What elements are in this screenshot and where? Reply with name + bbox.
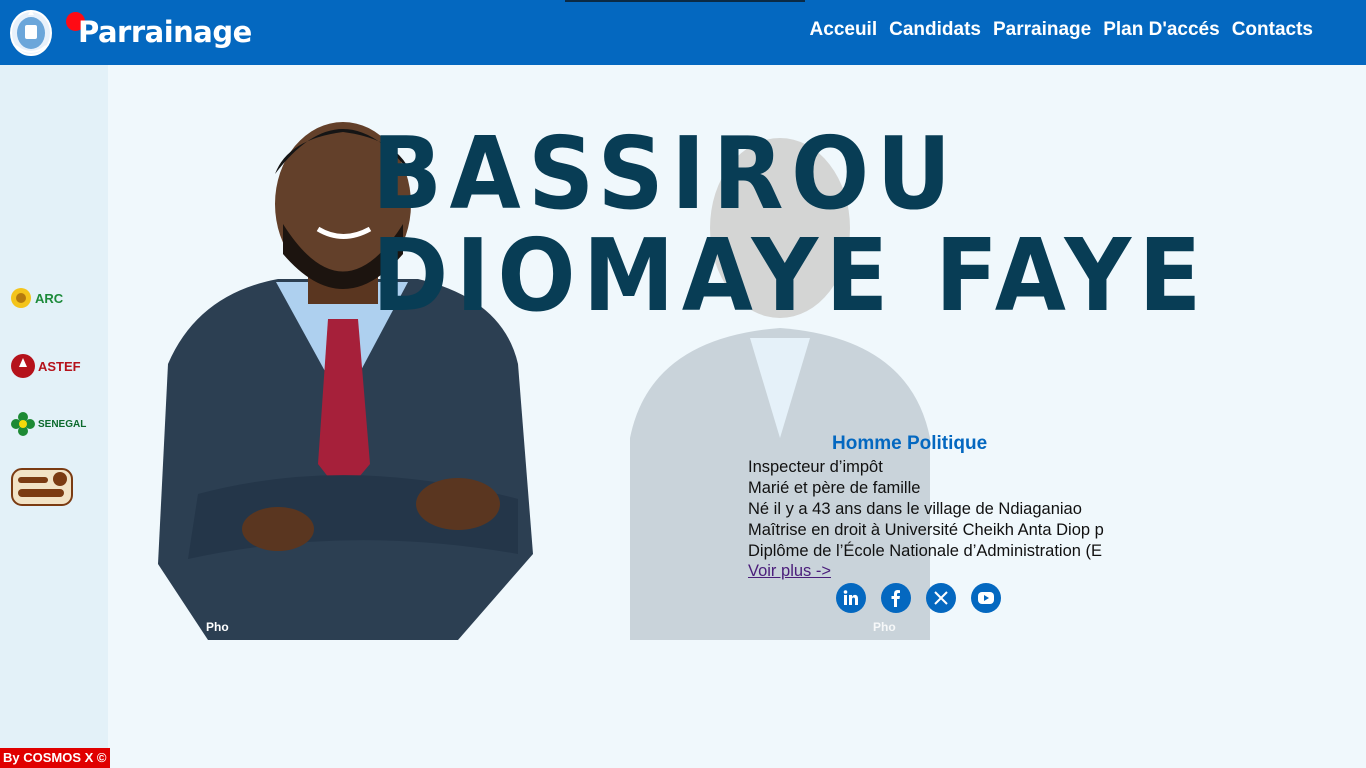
top-navbar: Parrainage Acceuil Candidats Parrainage … [0,0,1366,65]
republic-seal-icon [10,10,52,56]
nav-link-plan-acces[interactable]: Plan D'accés [1103,19,1219,41]
candidate-name-heading: BASSIROU DIOMAYE FAYE [372,123,1209,327]
nav-link-candidats[interactable]: Candidats [889,19,981,41]
party-label-senegal: SENEGAL [38,418,87,430]
bio-item: Maîtrise en droit à Université Cheikh An… [748,521,1104,539]
nav-link-contacts[interactable]: Contacts [1232,19,1313,41]
credit-badge: By COSMOS X © [0,748,110,768]
arc-emblem-icon [11,288,31,308]
see-more-link[interactable]: Voir plus -> [748,562,831,581]
party-label-arc: ARC [35,290,64,306]
pastef-emblem-icon [11,354,35,378]
youtube-icon[interactable] [971,583,1001,613]
active-indicator [565,0,805,2]
party-logo-benno[interactable] [10,465,74,509]
main-nav: Acceuil Candidats Parrainage Plan D'accé… [810,19,1313,41]
nav-link-acceuil[interactable]: Acceuil [810,19,878,41]
bio-item: Marié et père de famille [748,479,921,497]
facebook-icon[interactable] [881,583,911,613]
linkedin-icon[interactable] [836,583,866,613]
candidate-last-name: DIOMAYE FAYE [372,217,1209,334]
bio-item: Diplôme de l’École Nationale d’Administr… [748,542,1103,560]
party-label-astef: ASTEF [38,358,81,374]
party-logo-astef[interactable]: ASTEF [10,353,81,379]
photo-watermark: Pho [206,620,229,634]
nav-link-parrainage[interactable]: Parrainage [993,19,1091,41]
party-logo-senegal[interactable]: SENEGAL [10,411,86,437]
bio-heading: Homme Politique [832,433,988,454]
benno-yaakaar-logo-icon [11,468,73,506]
bio-list: Inspecteur d’impôt Marié et père de fami… [748,457,1130,562]
bio-item: Inspecteur d’impôt [748,458,883,476]
bio-item: Né il y a 43 ans dans le village de Ndia… [748,500,1082,518]
candidate-first-name: BASSIROU [372,115,959,232]
flower-emblem-icon [11,412,35,436]
x-icon[interactable] [926,583,956,613]
photo-watermark-ghost: Pho [873,620,896,634]
brand-title: Parrainage [78,15,252,49]
party-logo-arc[interactable]: ARC [10,287,63,309]
social-links [836,583,1001,613]
party-sidebar: ARC ASTEF SENEGAL [0,65,108,768]
